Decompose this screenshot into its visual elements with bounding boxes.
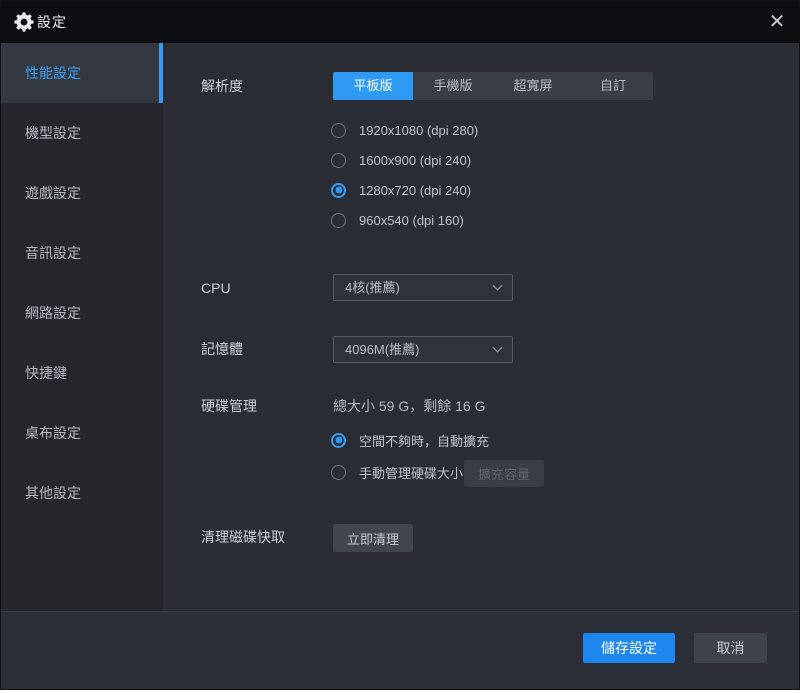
footer: 儲存設定 取消 [1,611,799,689]
sidebar-item-performance[interactable]: 性能設定 [1,43,163,103]
radio-label: 1920x1080 (dpi 280) [359,122,479,138]
chevron-down-icon [490,280,505,295]
settings-window: 設定 ✕ 性能設定 機型設定 遊戲設定 音訊設定 網路設定 快捷鍵 桌布設定 其… [0,0,800,690]
memory-label: 記憶體 [201,341,243,357]
tab-phone[interactable]: 手機版 [413,72,493,100]
sidebar-item-label: 網路設定 [25,305,81,321]
radio-label: 1280x720 (dpi 240) [359,182,472,198]
save-settings-button[interactable]: 儲存設定 [583,633,675,663]
sidebar-item-label: 性能設定 [25,65,81,81]
radio-label: 960x540 (dpi 160) [359,212,464,228]
sidebar-item-label: 其他設定 [25,485,81,501]
resolution-option-1920x1080[interactable]: 1920x1080 (dpi 280) [331,115,478,145]
radio-label: 空間不夠時，自動擴充 [359,433,490,449]
radio-label: 1600x900 (dpi 240) [359,152,472,168]
performance-settings-panel: 解析度 平板版 手機版 超寬屏 自訂 1920x1080 (dpi 280) 1… [163,43,799,611]
memory-dropdown-value: 4096M(推薦) [345,342,420,357]
radio-icon [331,464,346,480]
cpu-dropdown-value: 4核(推薦) [345,280,400,295]
sidebar-item-network[interactable]: 網路設定 [1,283,163,343]
tab-custom[interactable]: 自訂 [573,72,653,100]
gear-icon [14,12,34,32]
tab-tablet[interactable]: 平板版 [333,72,413,100]
sidebar-item-hotkeys[interactable]: 快捷鍵 [1,343,163,403]
radio-icon [331,122,346,138]
sidebar-item-model[interactable]: 機型設定 [1,103,163,163]
sidebar-item-label: 遊戲設定 [25,185,81,201]
radio-icon [331,152,346,168]
radio-selected-icon [331,432,346,448]
cancel-button[interactable]: 取消 [694,633,767,663]
sidebar-item-wallpaper[interactable]: 桌布設定 [1,403,163,463]
resolution-option-1280x720[interactable]: 1280x720 (dpi 240) [331,175,471,205]
resolution-tabs: 平板版 手機版 超寬屏 自訂 [333,72,653,100]
radio-selected-icon [331,182,346,198]
clean-cache-label: 清理磁碟快取 [201,529,285,545]
resolution-option-960x540[interactable]: 960x540 (dpi 160) [331,205,464,235]
disk-option-auto-expand[interactable]: 空間不夠時，自動擴充 [331,425,489,455]
resolution-option-1600x900[interactable]: 1600x900 (dpi 240) [331,145,471,175]
sidebar-item-label: 桌布設定 [25,425,81,441]
tab-ultrawide[interactable]: 超寬屏 [493,72,573,100]
sidebar-item-game[interactable]: 遊戲設定 [1,163,163,223]
sidebar: 性能設定 機型設定 遊戲設定 音訊設定 網路設定 快捷鍵 桌布設定 其他設定 [1,43,163,611]
close-icon[interactable]: ✕ [761,7,793,37]
sidebar-item-label: 機型設定 [25,125,81,141]
disk-option-manual[interactable]: 手動管理硬碟大小 [331,457,463,487]
expand-capacity-button[interactable]: 擴充容量 [464,460,544,487]
clean-now-button[interactable]: 立即清理 [333,524,413,552]
titlebar: 設定 ✕ [1,1,799,43]
sidebar-item-label: 音訊設定 [25,245,81,261]
sidebar-item-other[interactable]: 其他設定 [1,463,163,523]
disk-label: 硬碟管理 [201,398,257,414]
sidebar-item-audio[interactable]: 音訊設定 [1,223,163,283]
memory-dropdown[interactable]: 4096M(推薦) [333,336,513,363]
cpu-label: CPU [201,280,231,296]
radio-icon [331,212,346,228]
chevron-down-icon [490,342,505,357]
sidebar-item-label: 快捷鍵 [25,365,67,381]
cpu-dropdown[interactable]: 4核(推薦) [333,274,513,301]
disk-summary: 總大小 59 G，剩餘 16 G [333,398,486,414]
radio-label: 手動管理硬碟大小 [359,465,464,481]
window-title: 設定 [37,14,67,30]
resolution-label: 解析度 [201,78,243,94]
